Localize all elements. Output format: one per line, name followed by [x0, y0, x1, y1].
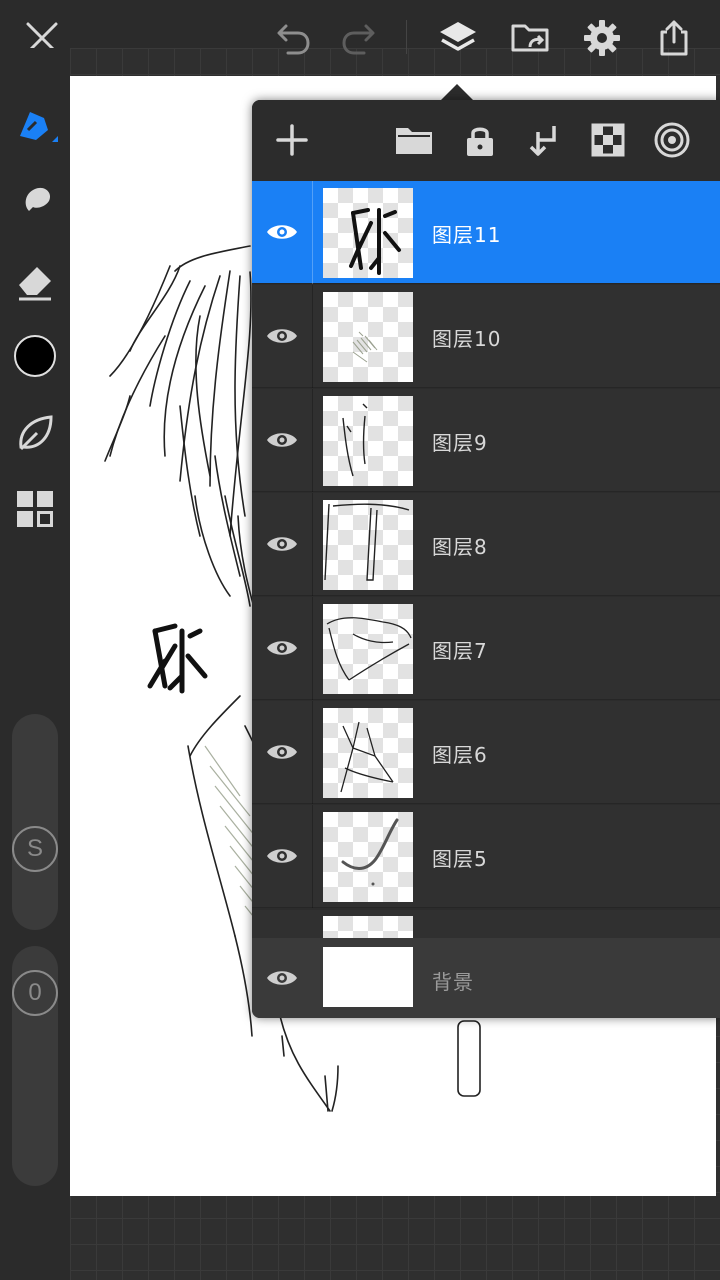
layer-row-partial[interactable]: [252, 910, 720, 938]
layer-thumbnail: [323, 708, 413, 798]
transparency-icon[interactable]: [586, 118, 630, 162]
background-layer-name: 背景: [432, 970, 474, 994]
eye-icon[interactable]: [260, 732, 304, 772]
eye-icon[interactable]: [260, 628, 304, 668]
brush-tool-icon[interactable]: [10, 100, 60, 150]
opacity-slider-label: 0: [28, 979, 42, 1006]
row-divider: [312, 701, 313, 804]
left-toolbar: S 0: [0, 48, 70, 1280]
layer-row-11[interactable]: 图层11: [252, 181, 720, 284]
brush-size-slider-label: S: [26, 835, 43, 862]
layer-row-6[interactable]: 图层6: [252, 701, 720, 804]
layer-name: 图层10: [432, 327, 502, 351]
layer-thumbnail: [323, 916, 413, 938]
layer-name: 图层6: [432, 743, 488, 767]
layer-thumbnail: [323, 812, 413, 902]
brush-size-slider-knob[interactable]: S: [12, 826, 58, 872]
undo-icon[interactable]: [270, 14, 318, 62]
merge-down-icon[interactable]: [522, 118, 566, 162]
row-divider: [312, 493, 313, 596]
eye-icon[interactable]: [260, 212, 304, 252]
row-divider: [312, 285, 313, 388]
opacity-slider-knob[interactable]: 0: [12, 970, 58, 1016]
layers-icon[interactable]: [434, 14, 482, 62]
layer-row-7[interactable]: 图层7: [252, 597, 720, 700]
layer-row-10[interactable]: 图层10: [252, 285, 720, 388]
layer-thumbnail: [323, 500, 413, 590]
background-layer-row[interactable]: 背景: [252, 938, 720, 1018]
top-toolbar: [0, 0, 720, 76]
row-divider: [312, 181, 313, 284]
layer-name: 图层8: [432, 535, 488, 559]
toolbar-divider: [406, 20, 407, 54]
layer-name: 图层5: [432, 847, 488, 871]
layer-thumbnail: [323, 604, 413, 694]
layer-thumbnail: [323, 188, 413, 278]
row-divider: [312, 389, 313, 492]
layer-thumbnail: [323, 292, 413, 382]
redo-icon[interactable]: [334, 14, 382, 62]
smudge-tool-icon[interactable]: [10, 178, 60, 228]
layer-row-5[interactable]: 图层5: [252, 805, 720, 908]
grid-icon[interactable]: [10, 484, 60, 534]
row-divider: [312, 597, 313, 700]
layer-thumbnail: [323, 396, 413, 486]
layers-panel: 图层11 图层10 图层9 图层8 图层7 图层6 图层5 背景: [252, 100, 720, 1018]
layer-name: 图层7: [432, 639, 488, 663]
background-thumbnail: [323, 947, 413, 1007]
folder-icon[interactable]: [392, 118, 436, 162]
gallery-import-icon[interactable]: [506, 14, 554, 62]
eye-icon[interactable]: [260, 958, 304, 998]
row-divider: [312, 805, 313, 908]
leaf-icon[interactable]: [10, 408, 60, 458]
eye-icon[interactable]: [260, 836, 304, 876]
current-color-swatch[interactable]: [14, 335, 56, 377]
share-icon[interactable]: [650, 14, 698, 62]
layer-row-8[interactable]: 图层8: [252, 493, 720, 596]
lock-icon[interactable]: [458, 118, 502, 162]
drawing-app: S 0 图层11 图层10 图层9 图层8 图层7 图层6 图层5 背景: [0, 0, 720, 1280]
layer-row-9[interactable]: 图层9: [252, 389, 720, 492]
layers-panel-header: [252, 100, 720, 181]
radial-icon[interactable]: [650, 118, 694, 162]
eye-icon[interactable]: [260, 316, 304, 356]
add-layer-icon[interactable]: [270, 118, 314, 162]
gear-icon[interactable]: [578, 14, 626, 62]
eye-icon[interactable]: [260, 524, 304, 564]
color-swatch[interactable]: [10, 331, 60, 381]
layer-name: 图层9: [432, 431, 488, 455]
eye-icon[interactable]: [260, 420, 304, 460]
layers-panel-pointer: [441, 84, 473, 100]
layer-name: 图层11: [432, 223, 502, 247]
eraser-tool-icon[interactable]: [10, 256, 60, 306]
brush-size-slider[interactable]: [12, 714, 58, 930]
